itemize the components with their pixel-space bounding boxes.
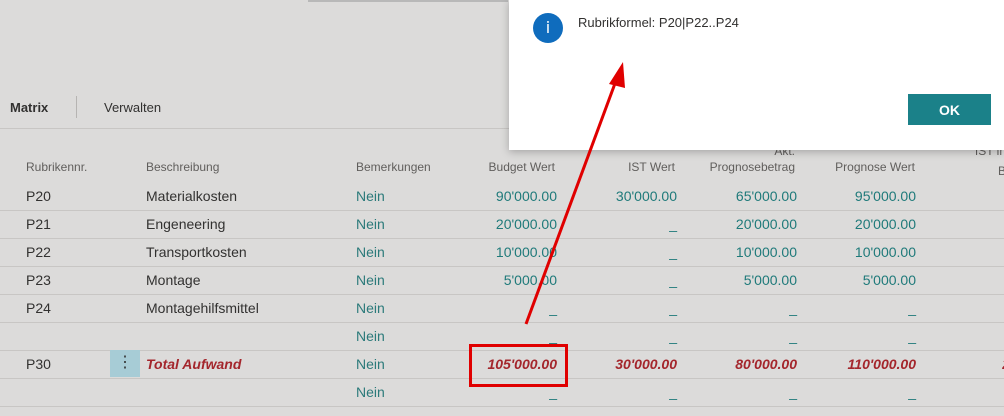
annotation-arrow bbox=[524, 62, 625, 325]
